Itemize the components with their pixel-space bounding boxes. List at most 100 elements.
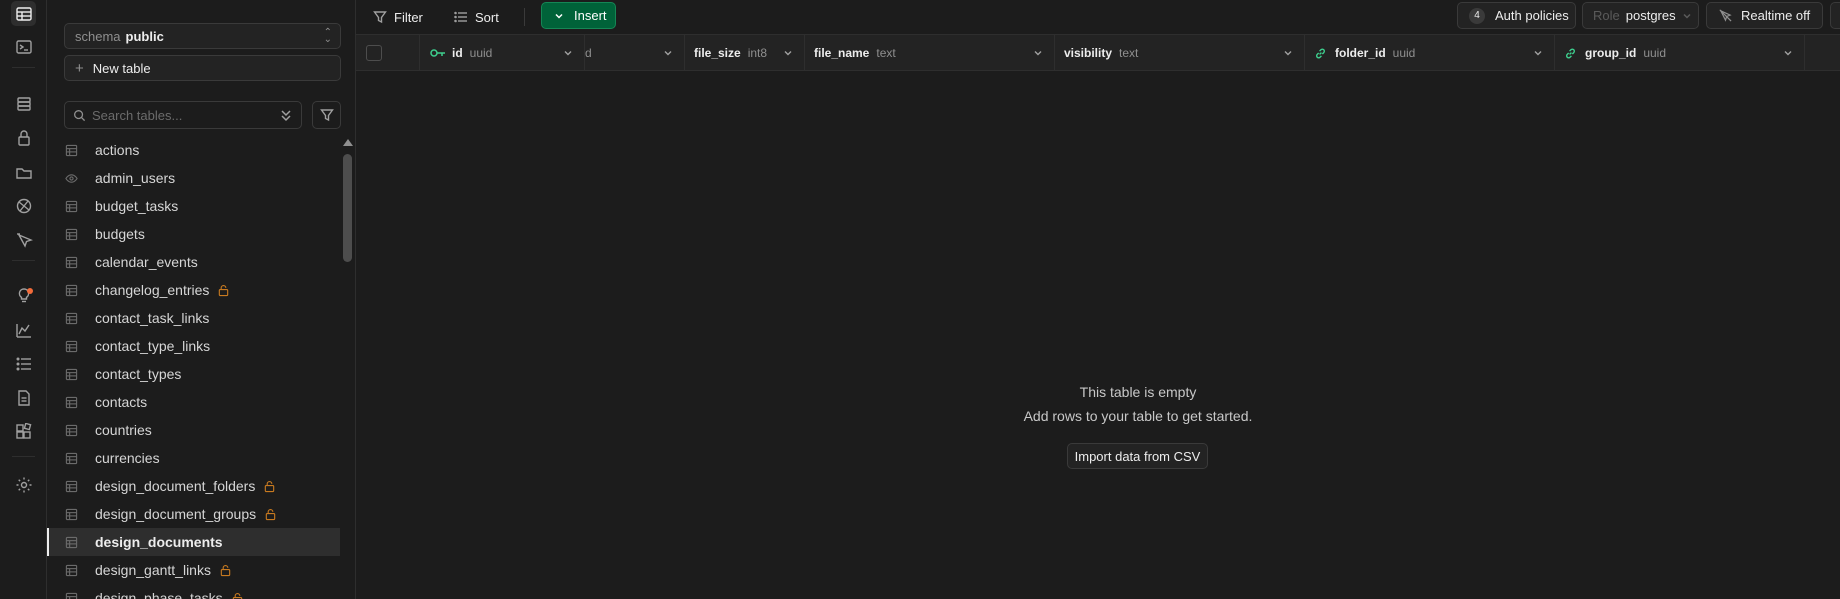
sidebar-table-item[interactable]: contact_type_links — [47, 332, 340, 360]
integrations-icon[interactable] — [11, 419, 36, 444]
sidebar-table-item[interactable]: actions — [47, 136, 340, 164]
scroll-up-arrow-icon[interactable] — [343, 139, 353, 146]
column-header-file-size[interactable]: file_size int8 — [685, 35, 805, 71]
grid-header-row: id uuid d file_size int8 file_name text … — [356, 35, 1840, 71]
sidebar-table-item[interactable]: contact_task_links — [47, 304, 340, 332]
search-tables-input[interactable] — [92, 107, 272, 123]
column-header-folder-id[interactable]: folder_id uuid — [1305, 35, 1555, 71]
table-name: budgets — [95, 226, 145, 242]
insert-button[interactable]: Insert — [541, 2, 616, 29]
sidebar-table-item[interactable]: countries — [47, 416, 340, 444]
new-table-button[interactable]: + New table — [64, 55, 341, 81]
sql-editor-icon[interactable] — [11, 34, 36, 59]
sidebar-table-item[interactable]: changelog_entries — [47, 276, 340, 304]
sidebar-table-item[interactable]: design_documents — [47, 528, 340, 556]
sidebar-table-item[interactable]: design_document_groups — [47, 500, 340, 528]
chevron-down-icon[interactable] — [1032, 47, 1044, 59]
table-icon — [65, 144, 78, 156]
select-all-cell — [356, 35, 420, 71]
sidebar-table-item[interactable]: budgets — [47, 220, 340, 248]
table-editor-icon[interactable] — [11, 1, 36, 26]
chevron-down-icon[interactable] — [782, 47, 794, 59]
table-name: design_document_folders — [95, 478, 256, 494]
advisors-icon[interactable] — [11, 283, 36, 308]
column-header-id[interactable]: id uuid — [420, 35, 585, 71]
collapse-chevrons-icon[interactable] — [279, 107, 293, 123]
settings-icon[interactable] — [11, 472, 36, 497]
column-header-visibility[interactable]: visibility text — [1055, 35, 1305, 71]
filter-icon — [319, 109, 334, 122]
table-icon — [65, 396, 78, 408]
sidebar-table-item[interactable]: budget_tasks — [47, 192, 340, 220]
filter-label: Filter — [394, 9, 423, 25]
column-type: uuid — [1643, 46, 1667, 60]
api-docs-icon[interactable] — [11, 385, 36, 410]
more-options-button[interactable] — [1830, 2, 1840, 29]
table-name: admin_users — [95, 170, 176, 186]
schema-selector[interactable]: schema public ⌃ ⌄ — [64, 23, 341, 49]
import-csv-button[interactable]: Import data from CSV — [1067, 443, 1208, 469]
column-type: text — [876, 46, 896, 60]
auth-policies-button[interactable]: 4 Auth policies — [1457, 2, 1576, 29]
chevron-down-icon — [555, 13, 563, 19]
icon-rail — [0, 0, 47, 599]
column-name: folder_id — [1335, 46, 1386, 60]
sort-button[interactable]: Sort — [454, 4, 499, 30]
column-header-group-id[interactable]: group_id uuid — [1555, 35, 1805, 71]
storage-icon[interactable] — [11, 159, 36, 184]
table-search-box — [64, 101, 302, 129]
table-icon — [65, 340, 78, 352]
table-icon — [65, 368, 78, 380]
column-name: group_id — [1585, 46, 1637, 60]
table-name: contact_task_links — [95, 310, 210, 326]
lock-open-icon — [220, 564, 231, 576]
chevron-down-icon[interactable] — [1282, 47, 1294, 59]
sidebar-table-item[interactable]: design_gantt_links — [47, 556, 340, 584]
auth-icon[interactable] — [11, 125, 36, 150]
table-name: calendar_events — [95, 254, 198, 270]
sort-label: Sort — [475, 9, 499, 25]
table-icon — [65, 564, 78, 576]
chevron-down-icon[interactable] — [662, 47, 674, 59]
table-icon — [65, 312, 78, 324]
sidebar-table-item[interactable]: currencies — [47, 444, 340, 472]
table-list: actions admin_users budget_tasksbudgets cal… — [47, 136, 340, 599]
column-header-file-name[interactable]: file_name text — [805, 35, 1055, 71]
table-name: design_gantt_links — [95, 562, 211, 578]
logs-icon[interactable] — [11, 351, 36, 376]
column-type: d — [585, 46, 592, 60]
filter-button[interactable]: Filter — [373, 4, 423, 30]
app-root: schema public ⌃⌄ + New table actions admi… — [0, 0, 1840, 599]
filter-tables-button[interactable] — [312, 101, 341, 129]
table-icon — [65, 228, 78, 240]
realtime-icon[interactable] — [11, 193, 36, 218]
column-header-partial[interactable]: d — [585, 35, 685, 71]
foreign-key-link-icon — [1566, 48, 1575, 58]
sidebar-table-item[interactable]: contact_types — [47, 360, 340, 388]
chevron-down-icon[interactable] — [1782, 47, 1794, 59]
sidebar-table-item[interactable]: calendar_events — [47, 248, 340, 276]
column-type: uuid — [469, 46, 493, 60]
select-all-checkbox[interactable] — [366, 45, 382, 61]
reports-icon[interactable] — [11, 317, 36, 342]
grid-toolbar: Filter Sort Insert 4 Auth policies Role … — [356, 0, 1840, 35]
table-icon — [65, 200, 78, 212]
table-icon — [65, 508, 78, 520]
edge-functions-icon[interactable] — [11, 227, 36, 252]
sidebar-table-item[interactable]: design_phase_tasks — [47, 584, 340, 599]
role-selector[interactable]: Role postgres — [1582, 2, 1699, 29]
chevron-down-icon[interactable] — [562, 47, 574, 59]
database-icon[interactable] — [11, 91, 36, 116]
sidebar-table-item[interactable]: admin_users — [47, 164, 340, 192]
chevron-down-icon[interactable] — [1532, 47, 1544, 59]
plus-icon: + — [75, 59, 84, 77]
filter-icon — [373, 11, 387, 24]
auth-policies-count: 4 — [1469, 7, 1485, 24]
scrollbar-thumb[interactable] — [343, 154, 352, 262]
new-table-label: New table — [92, 60, 151, 76]
realtime-toggle-button[interactable]: Realtime off — [1706, 2, 1823, 29]
sidebar-table-item[interactable]: design_document_folders — [47, 472, 340, 500]
table-name: countries — [95, 422, 152, 438]
empty-state-title: This table is empty — [1079, 384, 1197, 400]
sidebar-table-item[interactable]: contacts — [47, 388, 340, 416]
